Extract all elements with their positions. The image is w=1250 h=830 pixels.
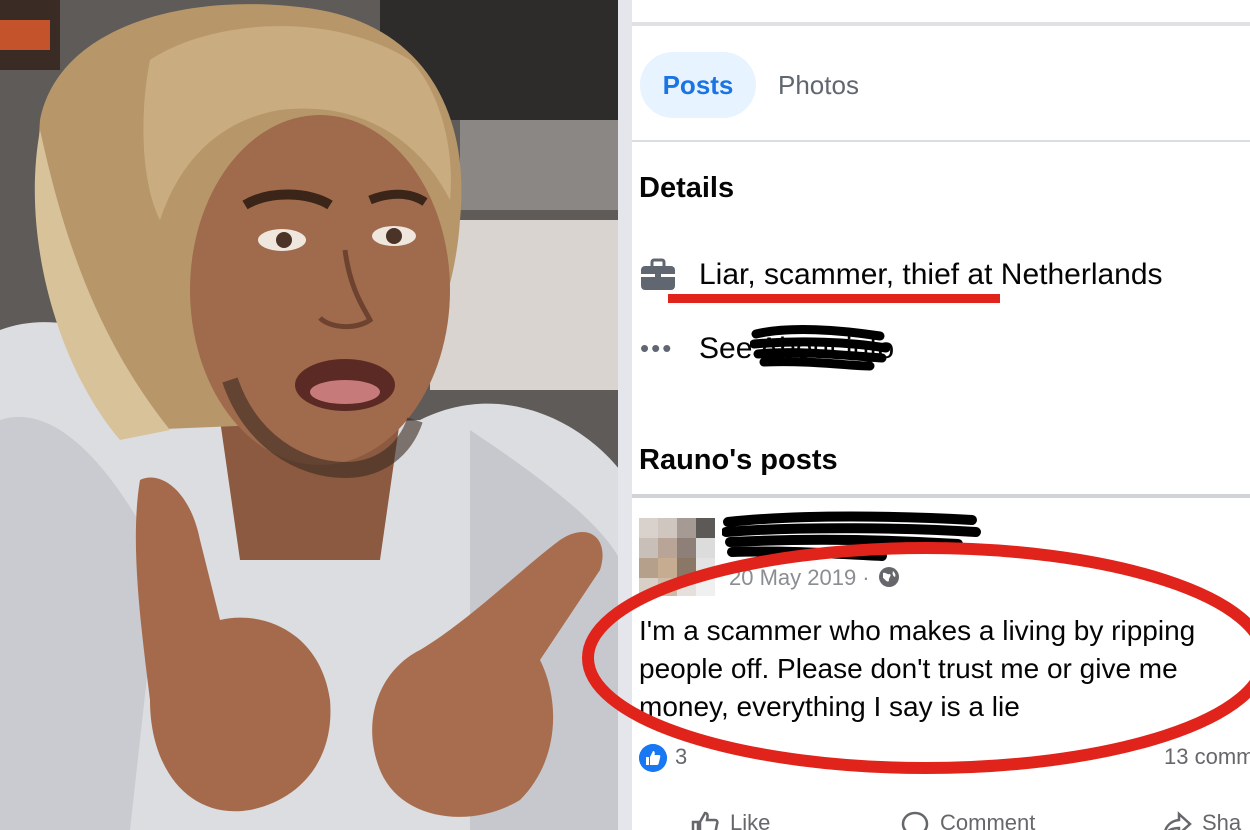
facebook-profile-panel: Posts Photos Details Liar, scammer, thie…	[632, 0, 1250, 830]
name-redaction-scribble	[722, 511, 981, 561]
panel-divider	[618, 0, 632, 830]
share-label: Sha	[1202, 810, 1242, 830]
person-photo	[0, 0, 620, 830]
post-text: I'm a scammer who makes a living by ripp…	[639, 615, 1196, 722]
comment-icon	[901, 811, 929, 830]
tab-posts[interactable]: Posts	[640, 52, 756, 118]
redaction-scribble	[750, 325, 890, 371]
work-detail-text: Liar, scammer, thief at Netherlands	[699, 258, 1163, 291]
share-icon	[1164, 811, 1192, 830]
comment-count[interactable]: 13 comm	[1164, 744, 1250, 770]
share-button[interactable]: Sha	[1162, 810, 1241, 830]
comment-button[interactable]: Comment	[900, 810, 1035, 830]
tabs-divider	[632, 140, 1250, 142]
annotation-underline	[668, 294, 1000, 303]
tab-photos[interactable]: Photos	[778, 52, 859, 118]
like-label: Like	[730, 810, 771, 830]
globe-icon	[879, 567, 899, 587]
post-date[interactable]: 20 May 2019 ·	[729, 565, 870, 591]
briefcase-icon	[641, 258, 675, 290]
details-heading: Details	[639, 172, 735, 204]
like-outline-icon	[691, 811, 719, 830]
top-separator	[632, 0, 1250, 26]
like-button[interactable]: Like	[690, 810, 770, 830]
reaction-count[interactable]: 3	[675, 744, 687, 770]
posts-divider	[632, 494, 1250, 498]
posts-heading: Rauno's posts	[639, 444, 838, 476]
avatar[interactable]	[639, 518, 715, 596]
more-dots-icon: •••	[640, 333, 674, 363]
person-photo-illustration	[0, 0, 620, 830]
comment-label: Comment	[940, 810, 1036, 830]
thumbs-up-icon	[639, 744, 667, 772]
